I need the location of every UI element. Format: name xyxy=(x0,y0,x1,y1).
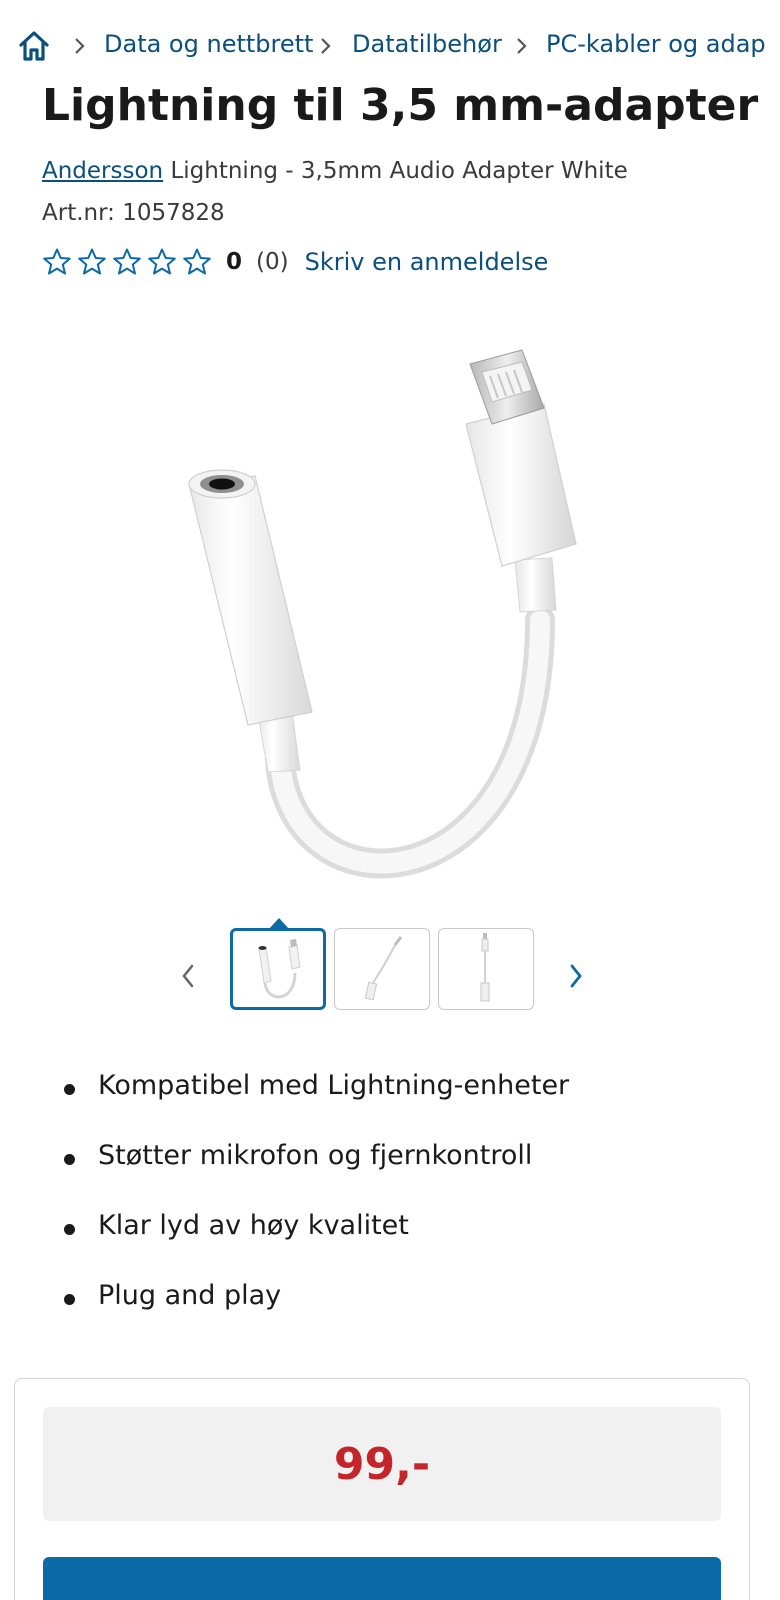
breadcrumb-link-data[interactable]: Data og nettbrett xyxy=(104,30,313,58)
feature-text: Støtter mikrofon og fjernkontroll xyxy=(98,1140,533,1171)
rating-count: (0) xyxy=(256,249,289,275)
page-title: Lightning til 3,5 mm-adapter xyxy=(42,80,759,131)
home-icon[interactable] xyxy=(16,28,52,64)
star-outline-icon xyxy=(113,248,141,275)
write-review-link[interactable]: Skriv en anmeldelse xyxy=(305,248,549,276)
chevron-right-icon xyxy=(517,38,527,54)
chevron-right-icon xyxy=(75,38,85,54)
brand-link[interactable]: Andersson xyxy=(42,158,163,184)
article-number: Art.nr: 1057828 xyxy=(42,200,225,226)
bullet xyxy=(64,1294,75,1305)
breadcrumb-link-pc-kabler[interactable]: PC-kabler og adap xyxy=(546,30,766,58)
add-to-cart-button[interactable] xyxy=(43,1557,721,1600)
product-name: Lightning - 3,5mm Audio Adapter White xyxy=(170,158,628,184)
price: 99,- xyxy=(333,1438,431,1490)
product-subtitle: Andersson Lightning - 3,5mm Audio Adapte… xyxy=(42,158,628,184)
thumbnail-3[interactable] xyxy=(438,928,534,1010)
feature-text: Klar lyd av høy kvalitet xyxy=(98,1210,409,1241)
breadcrumb-link-datatilbehor[interactable]: Datatilbehør xyxy=(352,30,502,58)
bullet xyxy=(64,1224,75,1235)
star-outline-icon xyxy=(78,248,106,275)
product-image[interactable] xyxy=(160,320,620,910)
bullet xyxy=(64,1154,75,1165)
rating-row: 0 (0) Skriv en anmeldelse xyxy=(42,246,548,278)
thumbnail-carousel xyxy=(0,918,780,1028)
chevron-left-icon[interactable] xyxy=(176,958,200,994)
price-box: 99,- xyxy=(43,1407,721,1521)
buy-box: 99,- xyxy=(14,1378,750,1600)
feature-text: Kompatibel med Lightning-enheter xyxy=(98,1070,570,1101)
list-item: Plug and play xyxy=(0,1274,780,1344)
feature-list: Kompatibel med Lightning-enheter Støtter… xyxy=(0,1064,780,1344)
chevron-right-icon xyxy=(321,38,331,54)
star-outline-icon xyxy=(148,248,176,275)
feature-text: Plug and play xyxy=(98,1280,282,1311)
star-outline-icon xyxy=(43,248,71,275)
list-item: Klar lyd av høy kvalitet xyxy=(0,1204,780,1274)
rating-stars[interactable] xyxy=(42,247,212,277)
star-outline-icon xyxy=(183,248,211,275)
breadcrumb: Data og nettbrett Datatilbehør PC-kabler… xyxy=(0,24,780,68)
list-item: Støtter mikrofon og fjernkontroll xyxy=(0,1134,780,1204)
bullet xyxy=(64,1084,75,1095)
list-item: Kompatibel med Lightning-enheter xyxy=(0,1064,780,1134)
thumbnail-1[interactable] xyxy=(230,928,326,1010)
thumbnail-2[interactable] xyxy=(334,928,430,1010)
rating-score: 0 xyxy=(226,249,243,275)
chevron-right-icon[interactable] xyxy=(564,958,588,994)
